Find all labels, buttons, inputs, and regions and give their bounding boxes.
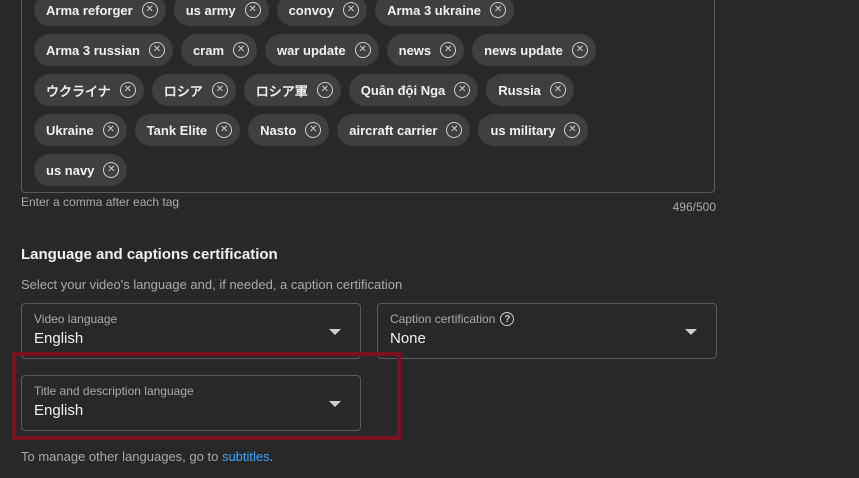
video-language-select[interactable]: Video language English <box>21 303 361 359</box>
manage-languages-prefix: To manage other languages, go to <box>21 449 222 464</box>
caption-certification-label-row: Caption certification ? <box>390 312 515 326</box>
remove-tag-icon[interactable]: ✕ <box>343 2 360 18</box>
remove-tag-icon[interactable]: ✕ <box>305 122 322 138</box>
remove-tag-icon[interactable]: ✕ <box>354 42 371 58</box>
tag-chip-label: aircraft carrier <box>349 122 438 138</box>
remove-tag-icon[interactable]: ✕ <box>233 42 250 58</box>
tag-chip: us army ✕ <box>173 0 269 26</box>
remove-tag-icon[interactable]: ✕ <box>103 162 120 178</box>
tag-chip-label: cram <box>192 42 225 58</box>
tag-chip: ウクライナ ✕ <box>34 74 144 106</box>
tag-chip: Russia ✕ <box>486 74 574 106</box>
tag-chip-label: Ukraine <box>46 122 94 138</box>
tag-chip-label: convoy <box>288 2 335 18</box>
tag-chip-label: news <box>398 42 432 58</box>
tag-chip: Arma 3 ukraine ✕ <box>375 0 515 26</box>
tag-chip-label: ウクライナ <box>46 83 111 99</box>
tag-chip: Tank Elite ✕ <box>134 114 241 146</box>
tag-chip: news ✕ <box>386 34 465 66</box>
tag-chip-label: Russia <box>498 82 541 98</box>
remove-tag-icon[interactable]: ✕ <box>216 122 233 138</box>
remove-tag-icon[interactable]: ✕ <box>102 122 119 138</box>
tag-chip: ロシア軍 ✕ <box>243 74 341 106</box>
tag-chip: cram ✕ <box>180 34 258 66</box>
manage-languages-text: To manage other languages, go to subtitl… <box>21 449 273 464</box>
tag-chip: aircraft carrier ✕ <box>337 114 471 146</box>
remove-tag-icon[interactable]: ✕ <box>316 82 333 98</box>
caption-certification-label: Caption certification <box>390 312 496 326</box>
tag-chip: us military ✕ <box>478 114 589 146</box>
tag-chip: us navy ✕ <box>34 154 128 186</box>
remove-tag-icon[interactable]: ✕ <box>454 82 471 98</box>
chevron-down-icon <box>329 329 341 335</box>
tag-chip: convoy ✕ <box>276 0 368 26</box>
tag-chip: Quân đội Nga ✕ <box>348 74 479 106</box>
remove-tag-icon[interactable]: ✕ <box>564 122 581 138</box>
tag-chip-label: news update <box>484 42 563 58</box>
tag-chip-label: ロシア軍 <box>255 83 308 99</box>
tag-chip-label: us military <box>490 122 556 138</box>
remove-tag-icon[interactable]: ✕ <box>440 42 457 58</box>
tag-chip-label: war update <box>277 42 346 58</box>
remove-tag-icon[interactable]: ✕ <box>446 122 463 138</box>
subtitles-link[interactable]: subtitles <box>222 449 270 464</box>
tag-chip-label: us navy <box>46 162 95 178</box>
highlight-box <box>12 352 401 440</box>
tag-row: Arma reforger ✕ us army ✕ convoy ✕ Arma 3 ukra… <box>34 0 515 26</box>
page: Arma reforger ✕ us army ✕ convoy ✕ Arma 3 ukra… <box>0 0 859 478</box>
tag-chip: Nasto ✕ <box>248 114 330 146</box>
tag-chip: Arma 3 russian ✕ <box>34 34 173 66</box>
tag-row: Ukraine ✕ Tank Elite ✕ Nasto ✕ aircraft carrie… <box>34 114 589 146</box>
tag-chip-label: us army <box>185 2 236 18</box>
remove-tag-icon[interactable]: ✕ <box>549 82 566 98</box>
tags-hint: Enter a comma after each tag <box>21 195 180 209</box>
manage-languages-suffix: . <box>269 449 274 464</box>
tag-chip-label: ロシア <box>163 83 203 99</box>
help-icon[interactable]: ? <box>500 312 515 326</box>
tag-chip-label: Tank Elite <box>146 122 208 138</box>
video-language-label: Video language <box>34 312 118 326</box>
remove-tag-icon[interactable]: ✕ <box>211 82 228 98</box>
tag-chip-label: Nasto <box>260 122 297 138</box>
tag-chip: ロシア ✕ <box>151 74 236 106</box>
tag-chip-label: Arma reforger <box>46 2 133 18</box>
tag-chip: news update ✕ <box>472 34 596 66</box>
language-section-subtitle: Select your video's language and, if nee… <box>21 277 403 292</box>
language-section-title: Language and captions certification <box>21 246 278 263</box>
tag-chip-label: Quân đội Nga <box>360 82 446 98</box>
tag-row: us navy ✕ <box>34 154 128 186</box>
remove-tag-icon[interactable]: ✕ <box>490 2 507 18</box>
remove-tag-icon[interactable]: ✕ <box>119 82 136 98</box>
remove-tag-icon[interactable]: ✕ <box>141 2 158 18</box>
tag-chip-label: Arma 3 russian <box>46 42 140 58</box>
tag-chip: Ukraine ✕ <box>34 114 127 146</box>
tag-row: ウクライナ ✕ ロシア ✕ ロシア軍 ✕ Quân đội Nga ✕ Russia ✕ <box>34 74 574 106</box>
tag-row: Arma 3 russian ✕ cram ✕ war update ✕ news ✕ news… <box>34 34 596 66</box>
tag-chip: war update ✕ <box>265 34 379 66</box>
video-language-value: English <box>34 330 84 347</box>
tag-chip-label: Arma 3 ukraine <box>387 2 482 18</box>
caption-certification-select[interactable]: Caption certification ? None <box>377 303 717 359</box>
tags-character-counter: 496/500 <box>672 200 716 214</box>
chevron-down-icon <box>685 329 697 335</box>
tag-chip: Arma reforger ✕ <box>34 0 166 26</box>
caption-certification-value: None <box>390 330 426 347</box>
remove-tag-icon[interactable]: ✕ <box>571 42 588 58</box>
remove-tag-icon[interactable]: ✕ <box>244 2 261 18</box>
remove-tag-icon[interactable]: ✕ <box>148 42 165 58</box>
